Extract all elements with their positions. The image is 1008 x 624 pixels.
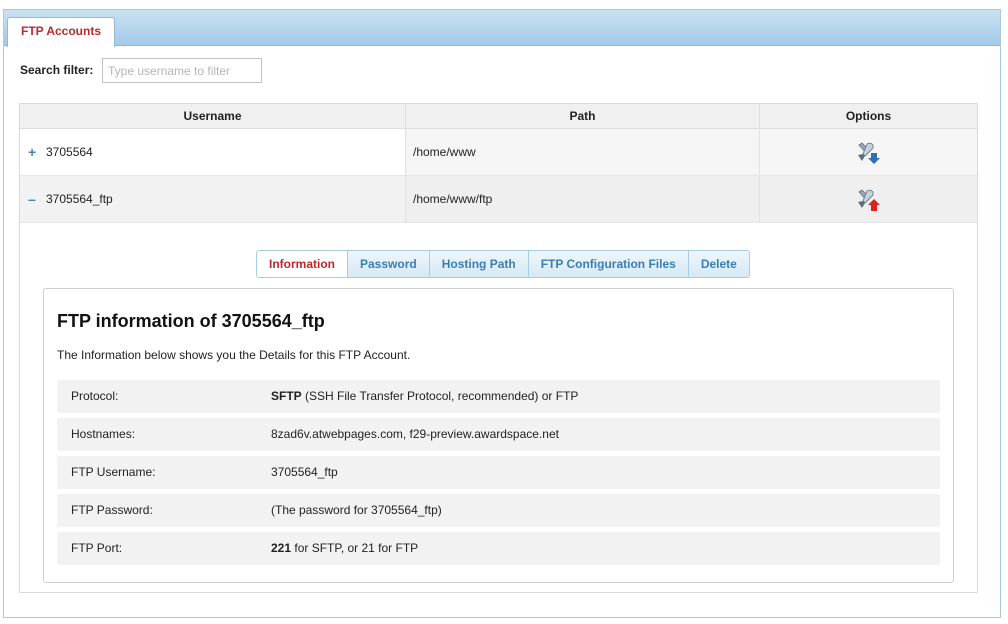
info-value: (The password for 3705564_ftp) [271,503,442,517]
info-row-protocol: Protocol: SFTP (SSH File Transfer Protoc… [57,380,940,413]
tab-information[interactable]: Information [256,250,348,278]
tab-delete[interactable]: Delete [688,250,750,278]
column-header-username: Username [20,104,406,129]
tab-bar: FTP Accounts [4,10,1000,47]
ftp-information-panel: FTP information of 3705564_ftp The Infor… [43,288,954,583]
info-description: The Information below shows you the Deta… [57,348,411,362]
tab-password[interactable]: Password [348,250,430,278]
path-cell: /home/www/ftp [406,176,760,222]
account-detail-tabs: Information Password Hosting Path FTP Co… [256,250,750,278]
table-row[interactable]: + 3705564 /home/www [20,129,977,176]
table-header: Username Path Options [20,104,977,129]
ftp-accounts-table: Username Path Options + 3705564 /home/ww… [19,103,978,593]
info-value: 3705564_ftp [271,465,338,479]
info-value: SFTP (SSH File Transfer Protocol, recomm… [271,389,579,403]
path-cell: /home/www [406,129,760,175]
info-label: FTP Port: [71,541,123,555]
table-row[interactable]: – 3705564_ftp /home/www/ftp [20,176,977,223]
info-row-ftp-password: FTP Password: (The password for 3705564_… [57,494,940,527]
info-row-ftp-port: FTP Port: 221 for SFTP, or 21 for FTP [57,532,940,565]
info-label: Protocol: [71,389,119,403]
username-cell: + 3705564 [20,129,406,175]
tools-collapse-icon[interactable] [856,188,880,212]
info-label: FTP Password: [71,503,153,517]
expand-icon[interactable]: + [28,129,36,175]
search-filter-label: Search filter: [20,63,94,77]
info-row-hostnames: Hostnames: 8zad6v.atwebpages.com, f29-pr… [57,418,940,451]
info-title: FTP information of 3705564_ftp [57,311,325,331]
tab-hosting-path[interactable]: Hosting Path [429,250,529,278]
info-label: Hostnames: [71,427,136,441]
collapse-icon[interactable]: – [28,176,36,222]
options-cell [760,129,977,175]
tools-expand-icon[interactable] [856,141,880,165]
username-text: 3705564_ftp [46,192,113,206]
tab-ftp-configuration-files[interactable]: FTP Configuration Files [528,250,689,278]
username-text: 3705564 [46,145,93,159]
username-cell: – 3705564_ftp [20,176,406,222]
column-header-options: Options [845,109,892,123]
search-input[interactable] [102,58,262,83]
tab-ftp-accounts[interactable]: FTP Accounts [7,17,115,47]
info-value: 221 for SFTP, or 21 for FTP [271,541,419,555]
column-header-path: Path [406,104,760,129]
options-cell [760,176,977,222]
info-row-ftp-username: FTP Username: 3705564_ftp [57,456,940,489]
info-label: FTP Username: [71,465,156,479]
info-value: 8zad6v.atwebpages.com, f29-preview.award… [271,427,559,441]
